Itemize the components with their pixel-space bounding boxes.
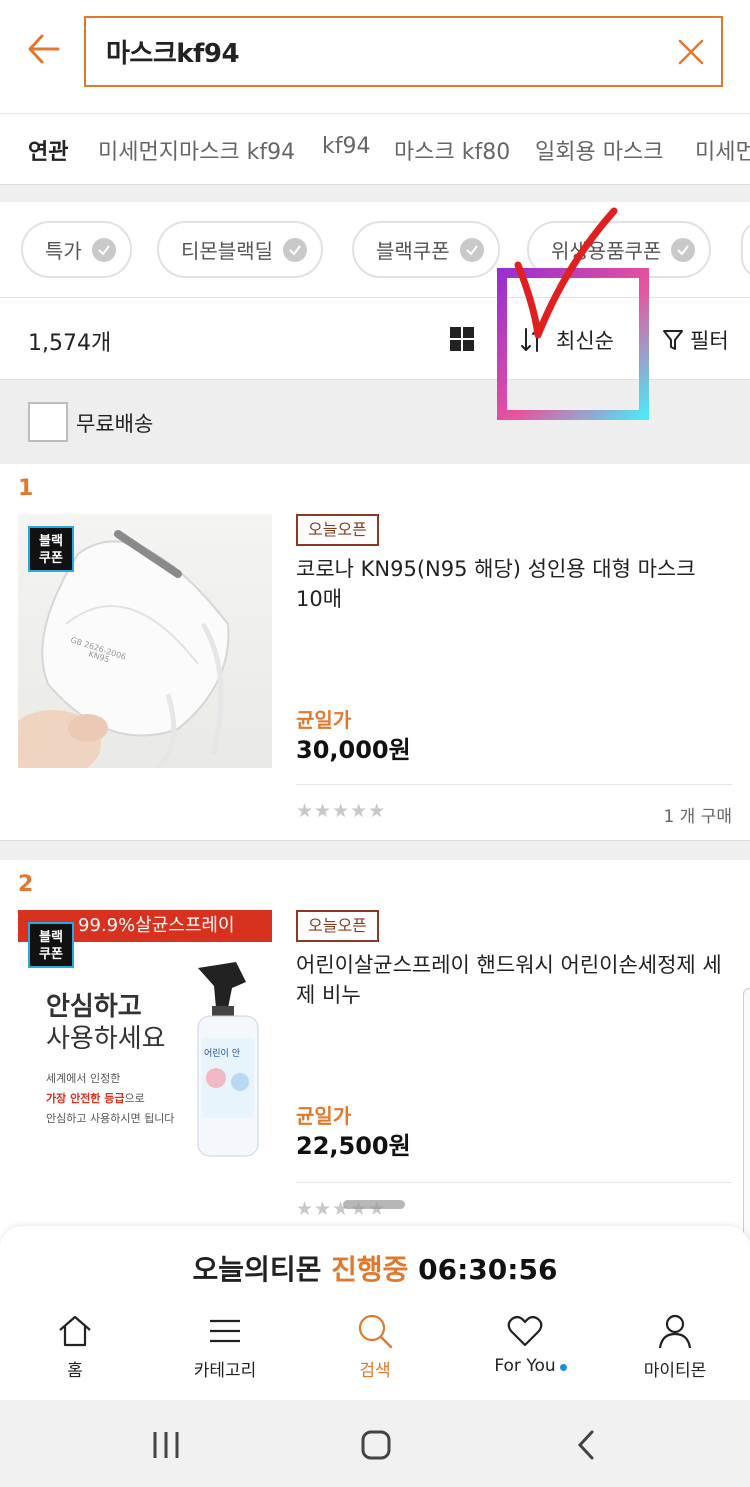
product-rank: 2 [18, 872, 34, 897]
nav-home[interactable]: 홈 [0, 1304, 150, 1400]
filter-button[interactable]: 필터 [662, 325, 729, 355]
nav-label: 카테고리 [193, 1361, 257, 1381]
bottom-navigation: 홈 카테고리 검색 For You 마이티몬 [0, 1304, 750, 1400]
related-keyword[interactable]: kf94 [322, 134, 370, 159]
filter-chip[interactable]: 특가 [21, 221, 132, 278]
product-price: 30,000원 [296, 736, 411, 764]
free-shipping-label: 무료배송 [76, 412, 154, 436]
nav-search[interactable]: 검색 [300, 1304, 450, 1400]
check-icon [283, 237, 307, 262]
filter-icon [663, 330, 683, 350]
nav-my[interactable]: 마이티몬 [600, 1304, 750, 1400]
home-button-icon[interactable] [360, 1429, 392, 1461]
black-coupon-badge: 블랙 쿠폰 [28, 526, 74, 572]
arrow-left-icon [28, 34, 60, 64]
check-icon [671, 237, 696, 262]
image-caption: 안심하고 사용하시면 됩니다 [46, 1112, 175, 1125]
nav-label: 검색 [359, 1361, 391, 1381]
related-keyword[interactable]: 일회용 마스크 [535, 134, 663, 166]
search-query: 마스크kf94 [106, 39, 240, 69]
image-caption: 세계에서 인정한 [46, 1072, 121, 1085]
recent-apps-icon[interactable] [150, 1430, 182, 1460]
free-shipping-checkbox[interactable] [28, 402, 68, 442]
back-button[interactable] [22, 28, 64, 70]
related-title: 연관 [28, 140, 69, 165]
product-card[interactable]: 1 GB 2626-2006 KN95 블랙 쿠폰 오늘오픈 코로나 KN95(… [0, 464, 750, 840]
check-icon [459, 237, 484, 262]
product-price: 22,500원 [296, 1132, 411, 1160]
product-rank: 1 [18, 476, 34, 501]
product-card[interactable]: 2 99.9%살균스프레이 안심하고 사용하세요 세계에서 인정한 가장 안전한… [0, 860, 750, 1226]
filter-chip[interactable]: 블랙쿠폰 [352, 221, 500, 278]
nav-label: 홈 [67, 1361, 83, 1381]
annotation-box [497, 268, 649, 420]
product-image[interactable]: GB 2626-2006 KN95 블랙 쿠폰 [18, 514, 272, 768]
timer-countdown: 06:30:56 [418, 1253, 558, 1286]
back-nav-icon[interactable] [574, 1429, 598, 1461]
heart-icon [507, 1315, 543, 1347]
check-icon [91, 237, 116, 262]
related-keywords-bar: 연관 미세먼지마스크 kf94 kf94 마스크 kf80 일회용 마스크 미세… [0, 114, 750, 184]
related-keyword[interactable]: 마스크 kf80 [394, 134, 510, 166]
filter-chip-partial[interactable] [741, 221, 750, 278]
home-icon [59, 1315, 91, 1347]
person-icon [658, 1314, 692, 1349]
chip-label: 티몬블랙딜 [181, 239, 273, 263]
scroll-indicator[interactable] [343, 1200, 405, 1209]
filter-label: 필터 [690, 329, 729, 353]
system-navigation-bar [0, 1400, 750, 1487]
black-coupon-badge: 블랙 쿠폰 [28, 922, 74, 968]
divider [296, 1182, 732, 1183]
chip-label: 블랙쿠폰 [376, 239, 450, 263]
nav-label: 마이티몬 [643, 1361, 707, 1381]
today-open-tag: 오늘오픈 [296, 910, 379, 942]
grid-view-icon[interactable] [450, 327, 474, 351]
bottle-label: 어린이 안 [204, 1048, 240, 1059]
price-label: 균일가 [296, 1104, 352, 1128]
filter-chip[interactable]: 티몬블랙딜 [157, 221, 323, 278]
image-caption: 가장 안전한 등급으로 [46, 1092, 145, 1105]
today-open-tag: 오늘오픈 [296, 514, 379, 546]
timer-prefix: 오늘의티몬 [192, 1253, 322, 1286]
chip-label: 특가 [45, 239, 82, 263]
notification-dot [560, 1364, 567, 1371]
product-image[interactable]: 99.9%살균스프레이 안심하고 사용하세요 세계에서 인정한 가장 안전한 등… [18, 910, 272, 1164]
today-timer-bar[interactable]: 오늘의티몬 진행중 06:30:56 [0, 1226, 750, 1304]
result-count: 1,574개 [28, 331, 112, 356]
divider [296, 784, 732, 785]
search-header: 마스크kf94 [0, 0, 750, 114]
nav-label: For You [494, 1356, 556, 1376]
spray-bottle-image: 어린이 안 [197, 962, 259, 1157]
section-divider [0, 184, 750, 202]
close-icon[interactable] [677, 38, 705, 66]
nav-category[interactable]: 카테고리 [150, 1304, 300, 1400]
search-input[interactable]: 마스크kf94 [84, 16, 723, 87]
nav-for-you[interactable]: For You [450, 1304, 600, 1400]
menu-icon [210, 1319, 240, 1343]
annotation-overlay [497, 207, 649, 420]
image-headline: 사용하세요 [46, 1024, 166, 1054]
price-label: 균일가 [296, 708, 352, 732]
related-keyword[interactable]: 미세먼 [695, 134, 750, 166]
product-name[interactable]: 어린이살균스프레이 핸드워시 어린이손세정제 세제 비누 [296, 950, 726, 1010]
search-icon [358, 1314, 393, 1349]
card-separator [0, 840, 750, 860]
related-keyword[interactable]: 미세먼지마스크 kf94 [98, 134, 295, 166]
product-name[interactable]: 코로나 KN95(N95 해당) 성인용 대형 마스크 10매 [296, 554, 726, 614]
timer-status: 진행중 [331, 1253, 409, 1286]
rating-stars: ★★★★★ [296, 800, 387, 822]
purchase-count: 1 개 구매 [663, 807, 732, 827]
